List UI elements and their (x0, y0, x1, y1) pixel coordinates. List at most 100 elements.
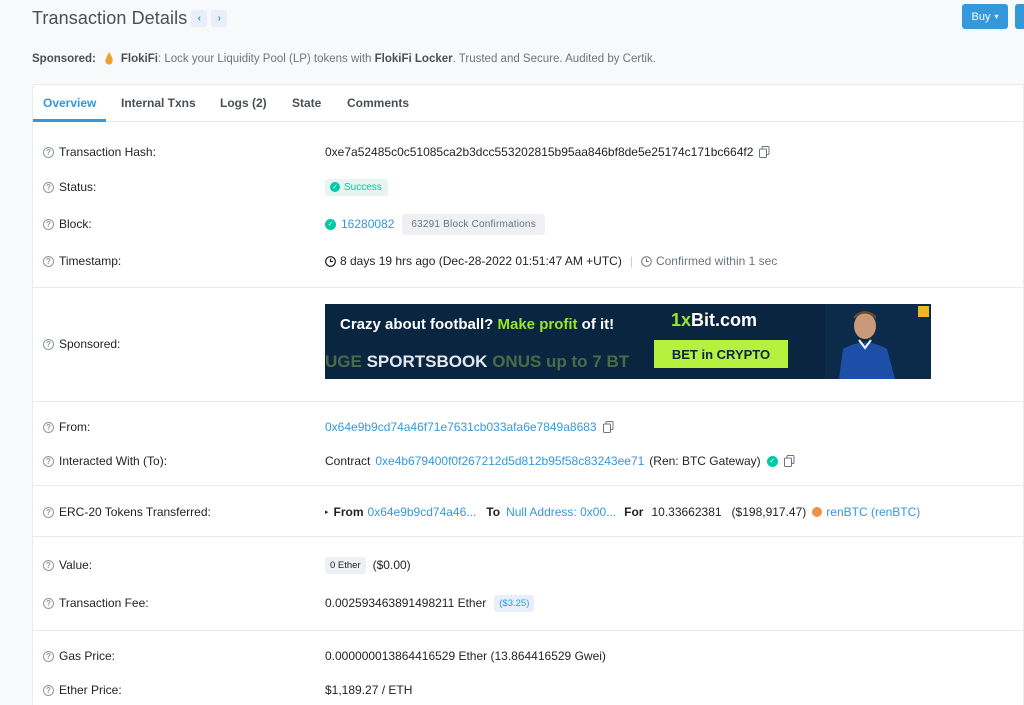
value-usd: ($0.00) (372, 558, 411, 572)
sponsored-label: Sponsored: (59, 337, 121, 351)
erc20-amount: 10.33662381 (651, 505, 722, 519)
row-interacted-with: ? Interacted With (To): Contract 0xe4b679… (33, 453, 1024, 469)
help-icon[interactable]: ? (43, 597, 54, 609)
renbtc-token-icon (812, 507, 823, 517)
erc20-token-link[interactable]: renBTC (renBTC) (826, 505, 920, 519)
tab-logs[interactable]: Logs (2) (220, 96, 267, 110)
block-number-link[interactable]: 16280082 (341, 217, 394, 231)
timestamp-value: 8 days 19 hrs ago (Dec-28-2022 01:51:47 … (340, 254, 622, 268)
confirmed-within: Confirmed within 1 sec (655, 254, 778, 268)
check-circle-icon: ✓ (325, 218, 336, 230)
from-address-link[interactable]: 0x64e9b9cd74a46f71e7631cb033afa6e7849a86… (325, 420, 597, 434)
ad-headline-end: of it! (577, 316, 615, 333)
sponsored-brand: FlokiFi (120, 53, 158, 65)
chevron-left-icon[interactable]: ‹ (191, 9, 208, 27)
tab-bar: Overview Internal Txns Logs (2) State Co… (33, 85, 1023, 122)
row-block: ? Block: ✓ 16280082 63291 Block Confirmat… (33, 213, 1024, 235)
tab-overview[interactable]: Overview (43, 96, 96, 110)
row-transaction-fee: ? Transaction Fee: 0.002593463891498211 E… (33, 593, 1024, 613)
help-icon[interactable]: ? (43, 421, 54, 433)
details-card: Overview Internal Txns Logs (2) State Co… (32, 84, 1024, 705)
ad-logo: 1xBit.com (671, 310, 757, 331)
row-tx-hash: ? Transaction Hash: 0xe7a52485c0c51085ca2… (33, 144, 1024, 160)
help-icon[interactable]: ? (43, 650, 54, 662)
divider (33, 287, 1024, 288)
clock-icon (641, 255, 652, 267)
ad-player-image (825, 304, 931, 379)
divider (33, 536, 1024, 537)
tx-hash-value: 0xe7a52485c0c51085ca2b3dcc553202815b95aa… (325, 145, 754, 159)
help-icon[interactable]: ? (43, 255, 54, 267)
status-label: Status: (59, 180, 97, 194)
erc20-to-link[interactable]: Null Address: 0x00... (506, 505, 616, 519)
help-icon[interactable]: ? (43, 506, 54, 518)
sponsored-link[interactable]: FlokiFi Locker (375, 53, 453, 65)
contract-name: (Ren: BTC Gateway) (649, 454, 761, 468)
help-icon[interactable]: ? (43, 218, 54, 230)
ad-logo-a: 1x (671, 310, 692, 330)
copy-icon[interactable] (759, 146, 770, 158)
ad-logo-b: Bit.com (691, 310, 758, 330)
page-title: Transaction Details (32, 7, 188, 28)
status-badge: ✓ Success (325, 178, 388, 196)
timestamp-label: Timestamp: (59, 254, 122, 268)
menu-button[interactable] (1015, 4, 1024, 29)
ad-scroll-c: ONUS up to 7 BT (487, 352, 630, 371)
help-icon[interactable]: ? (43, 181, 54, 193)
page-header: Transaction Details ‹ › (32, 6, 228, 30)
ad-banner[interactable]: Crazy about football? Make profit of it!… (325, 304, 931, 379)
erc20-to-label: To (486, 505, 501, 519)
ad-cta-button[interactable]: BET in CRYPTO (654, 340, 788, 368)
fee-value: 0.002593463891498211 Ether (325, 596, 487, 610)
ad-scroll-a: UGE (325, 352, 367, 371)
block-confirmations-badge: 63291 Block Confirmations (402, 213, 545, 235)
verified-check-icon: ✓ (766, 455, 778, 467)
to-label: Interacted With (To): (59, 454, 168, 468)
contract-address-link[interactable]: 0xe4b679400f0f267212d5d812b95f58c83243ee… (375, 454, 644, 468)
ad-scroll-text: UGE SPORTSBOOK ONUS up to 7 BT (325, 352, 629, 372)
clock-icon (325, 255, 336, 267)
help-icon[interactable]: ? (43, 455, 54, 467)
buy-button-label: Buy (971, 10, 991, 23)
help-icon[interactable]: ? (43, 338, 54, 350)
tab-state[interactable]: State (292, 96, 321, 110)
flokifi-logo-icon (105, 52, 113, 65)
help-icon[interactable]: ? (43, 146, 54, 158)
divider (33, 485, 1024, 486)
copy-icon[interactable] (602, 421, 614, 433)
ether-price-label: Ether Price: (59, 683, 122, 697)
chevron-right-icon[interactable]: › (211, 9, 228, 27)
tab-comments[interactable]: Comments (347, 96, 409, 110)
ad-scroll-b: SPORTSBOOK (366, 352, 488, 371)
gas-price-label: Gas Price: (59, 649, 116, 663)
ether-price-value: $1,189.27 / ETH (325, 683, 413, 697)
ad-headline-text: Crazy about football? (340, 316, 498, 333)
sponsored-text: : Lock your Liquidity Pool (LP) tokens w… (157, 53, 375, 65)
row-ether-price: ? Ether Price: $1,189.27 / ETH (33, 682, 1024, 698)
row-from: ? From: 0x64e9b9cd74a46f71e7631cb033afa6e… (33, 419, 1024, 435)
buy-button[interactable]: Buy ▾ (962, 4, 1008, 29)
status-value: Success (344, 181, 382, 193)
erc20-label: ERC-20 Tokens Transferred: (59, 505, 211, 519)
ad-info-icon[interactable] (918, 306, 929, 317)
chevron-down-icon: ▾ (994, 12, 999, 21)
ad-headline: Crazy about football? Make profit of it! (340, 316, 614, 333)
erc20-usd: ($198,917.47) (731, 505, 807, 519)
value-label: Value: (59, 558, 93, 572)
erc20-from-link[interactable]: 0x64e9b9cd74a46... (368, 505, 477, 519)
from-label: From: (59, 420, 91, 434)
erc20-for-label: For (624, 505, 644, 519)
caret-right-icon: ▸ (325, 509, 329, 516)
help-icon[interactable]: ? (43, 559, 54, 571)
copy-icon[interactable] (783, 455, 795, 467)
value-ether-badge: 0 Ether (325, 556, 366, 574)
erc20-from-label: From (333, 505, 364, 519)
sponsored-banner: Sponsored: FlokiFi : Lock your Liquidity… (32, 52, 656, 66)
tab-internal-txns[interactable]: Internal Txns (121, 96, 196, 110)
row-timestamp: ? Timestamp: 8 days 19 hrs ago (Dec-28-20… (33, 253, 1024, 269)
contract-prefix: Contract (325, 454, 371, 468)
check-circle-icon: ✓ (330, 182, 340, 192)
help-icon[interactable]: ? (43, 684, 54, 696)
active-tab-indicator (33, 119, 106, 122)
sponsored-prefix: Sponsored: (32, 53, 96, 65)
